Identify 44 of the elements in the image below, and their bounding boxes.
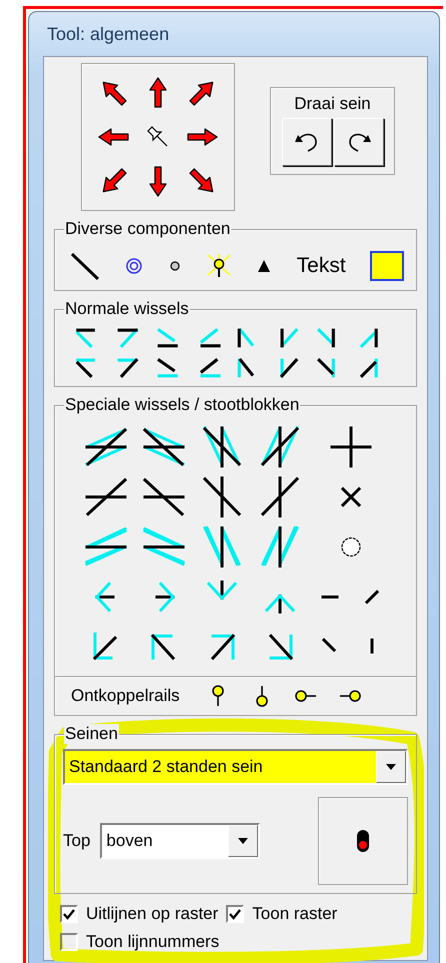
group-title: Diverse componenten	[65, 219, 230, 238]
track-switch-icon[interactable]	[85, 476, 127, 518]
small-circle-icon[interactable]	[168, 259, 182, 273]
track-switch-icon[interactable]	[201, 426, 243, 468]
rotate-left-button[interactable]	[282, 118, 332, 166]
triangle-icon[interactable]	[256, 258, 272, 274]
dropdown-arrow-icon	[385, 763, 397, 771]
dropdown-arrow-icon	[237, 837, 250, 845]
group-title: Draai sein	[294, 94, 371, 114]
track-switch-icon[interactable]	[143, 476, 185, 518]
track-switch-icon[interactable]	[201, 476, 243, 518]
top-position-dropdown[interactable]: boven	[100, 823, 260, 859]
checkbox[interactable]	[60, 905, 78, 923]
track-switch-icon[interactable]	[259, 526, 301, 568]
track-switch-icon[interactable]	[143, 426, 185, 468]
signal-type-dropdown[interactable]: Standaard 2 standen sein	[63, 749, 408, 785]
circle-icon[interactable]	[339, 535, 363, 559]
lamp-icon[interactable]	[206, 253, 232, 279]
window-title: Tool: algemeen	[46, 23, 170, 46]
track-switch-icon[interactable]	[259, 476, 301, 518]
checkmark-icon	[63, 908, 75, 920]
uncoupler-label: Ontkoppelrails	[71, 686, 180, 706]
plus-icon[interactable]	[330, 426, 372, 468]
checkbox-label: Uitlijnen op raster	[86, 904, 218, 924]
concentric-circle-icon[interactable]	[125, 257, 144, 275]
checkbox[interactable]	[60, 933, 78, 951]
track-switch-icon[interactable]	[143, 526, 185, 568]
top-label: Top	[63, 831, 90, 851]
track-switch-icon[interactable]	[201, 526, 243, 568]
track-switch-icon[interactable]	[85, 426, 127, 468]
track-switch-icon[interactable]	[259, 426, 301, 468]
signal-light-icon	[356, 829, 370, 853]
group-title: Seinen	[65, 724, 118, 743]
checkmark-icon	[229, 908, 242, 920]
checkbox-label: Toon raster	[252, 904, 338, 924]
text-color-swatch[interactable]	[370, 251, 404, 281]
checkbox[interactable]	[226, 905, 244, 923]
group-title: Normale wissels	[65, 299, 189, 318]
group-title: Speciale wissels / stootblokken	[65, 395, 300, 414]
track-switch-icon[interactable]	[85, 526, 127, 568]
text-tool-label[interactable]: Tekst	[296, 254, 346, 278]
rotate-right-button[interactable]	[334, 118, 384, 166]
checkbox-label: Toon lijnnummers	[86, 932, 220, 952]
line-icon[interactable]	[69, 250, 101, 282]
